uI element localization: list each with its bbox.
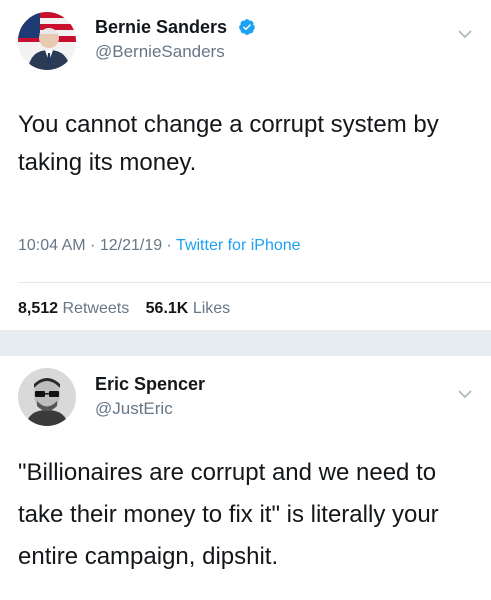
avatar[interactable]: [18, 12, 76, 70]
tweet-text: "Billionaires are corrupt and we need to…: [18, 459, 439, 570]
tweet-time[interactable]: 10:04 AM: [18, 237, 86, 254]
retweets-stat[interactable]: 8,512 Retweets: [18, 300, 129, 317]
retweets-label: Retweets: [62, 300, 130, 317]
tweet-bernie: Bernie Sanders @BernieSanders You cannot…: [0, 0, 491, 330]
avatar-image: [18, 368, 76, 426]
chevron-down-icon[interactable]: [457, 26, 473, 42]
avatar-image: [18, 12, 76, 70]
avatar[interactable]: [18, 368, 76, 426]
tweet-meta: 10:04 AM · 12/21/19 · Twitter for iPhone: [18, 237, 301, 255]
tweet-source-link[interactable]: Twitter for iPhone: [176, 237, 301, 254]
author-handle[interactable]: @JustEric: [95, 399, 173, 419]
tweet-eric: Eric Spencer @JustEric "Billionaires are…: [0, 356, 491, 600]
tweet-separator: [0, 330, 491, 356]
verified-badge-icon: [239, 19, 255, 35]
author-handle[interactable]: @BernieSanders: [95, 42, 225, 62]
retweets-count: 8,512: [18, 300, 59, 317]
author-name[interactable]: Bernie Sanders: [95, 17, 256, 38]
tweet-stats: 8,512 Retweets 56.1K Likes: [18, 300, 230, 318]
author-name[interactable]: Eric Spencer: [95, 374, 205, 395]
meta-separator: ·: [85, 237, 100, 254]
chevron-down-icon[interactable]: [457, 386, 473, 402]
likes-count: 56.1K: [145, 300, 189, 317]
likes-stat[interactable]: 56.1K Likes: [146, 300, 231, 317]
tweet-text: You cannot change a corrupt system by ta…: [18, 111, 439, 176]
meta-separator: ·: [162, 237, 177, 254]
divider: [18, 282, 491, 283]
tweet-date[interactable]: 12/21/19: [100, 237, 162, 254]
likes-label: Likes: [192, 300, 231, 317]
author-name-text[interactable]: Bernie Sanders: [95, 17, 227, 37]
